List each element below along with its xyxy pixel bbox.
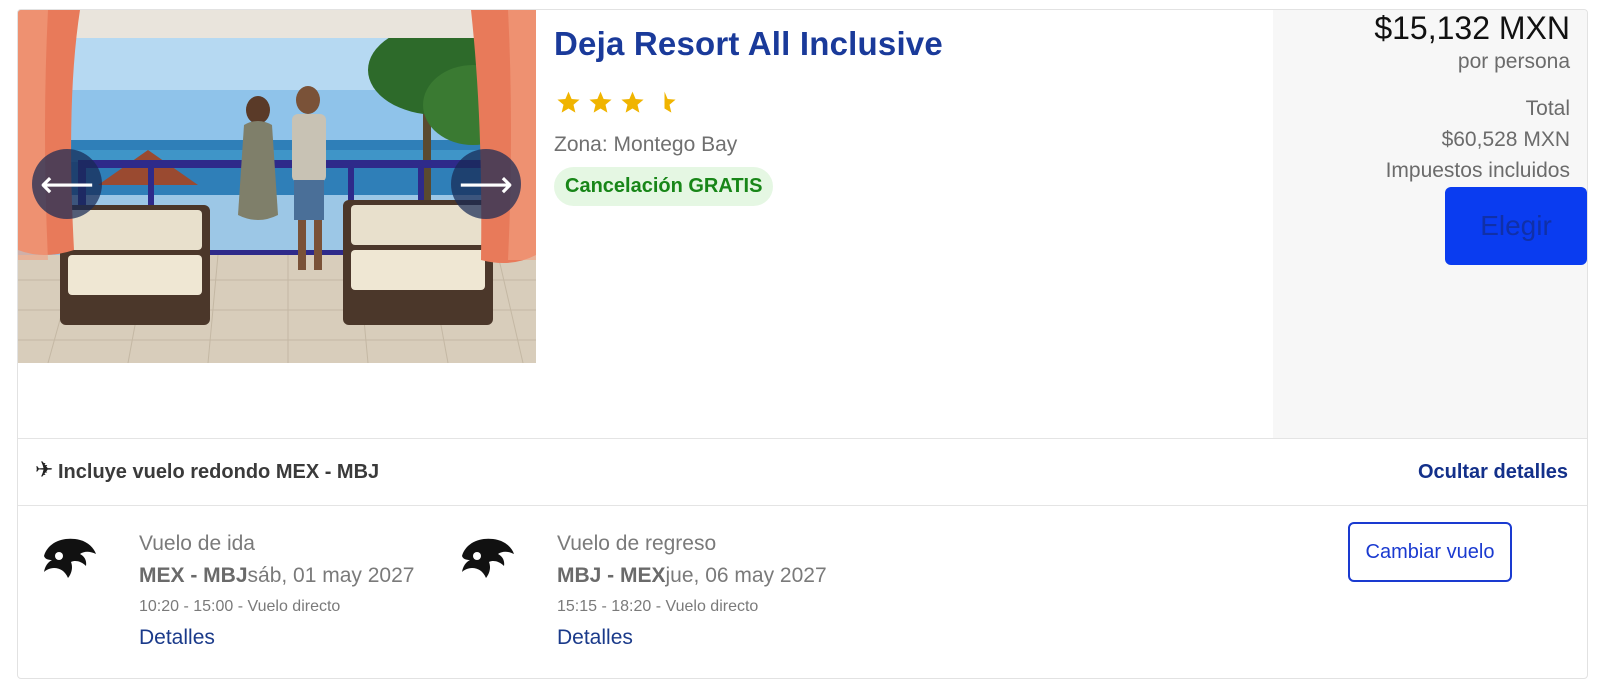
hotel-photo[interactable]: ⟵ ⟶ (18, 10, 536, 363)
change-flight-button[interactable]: Cambiar vuelo (1348, 522, 1512, 582)
price-panel: $15,132 MXN por persona Total $60,528 MX… (1273, 10, 1587, 438)
hotel-zone: Zona: Montego Bay (554, 133, 738, 156)
airline-logo-icon (462, 538, 514, 578)
flight-includes-text: Incluye vuelo redondo MEX - MBJ (58, 461, 380, 483)
free-cancellation-badge: Cancelación GRATIS (554, 167, 774, 206)
total-price: $60,528 MXN (1441, 128, 1570, 151)
return-route: MBJ - MEXjue, 06 may 2027 (557, 564, 827, 588)
choose-button[interactable]: Elegir (1445, 187, 1587, 265)
return-details-link[interactable]: Detalles (557, 626, 633, 650)
outbound-flight: Vuelo de ida MEX - MBJsáb, 01 may 2027 1… (18, 506, 438, 678)
per-person-label: por persona (1457, 50, 1570, 73)
outbound-title: Vuelo de ida (139, 532, 255, 555)
return-title: Vuelo de regreso (557, 532, 717, 555)
arrow-right-icon: ⟶ (458, 162, 514, 206)
outbound-route: MEX - MBJsáb, 01 may 2027 (139, 564, 414, 588)
star-full-icon (621, 91, 644, 113)
gallery-next-button[interactable]: ⟶ (451, 149, 521, 219)
plane-icon: ✈ (35, 458, 54, 483)
price-per-person: $15,132 MXN (1374, 10, 1570, 46)
hotel-name[interactable]: Deja Resort All Inclusive (554, 25, 943, 63)
return-times: 15:15 - 18:20 - Vuelo directo (557, 598, 759, 615)
outbound-times: 10:20 - 15:00 - Vuelo directo (139, 598, 341, 615)
return-date: jue, 06 may 2027 (665, 564, 827, 587)
star-rating (556, 90, 677, 115)
arrow-left-icon: ⟵ (39, 162, 95, 206)
airline-logo-icon (44, 538, 96, 578)
total-label: Total (1525, 97, 1570, 120)
taxes-note: Impuestos incluidos (1385, 159, 1570, 182)
flight-summary-bar: ✈ Incluye vuelo redondo MEX - MBJ Oculta… (18, 438, 1587, 506)
outbound-route-code: MEX - MBJ (139, 564, 248, 587)
hide-details-link[interactable]: Ocultar detalles (1418, 461, 1568, 484)
return-flight: Vuelo de regreso MBJ - MEXjue, 06 may 20… (436, 506, 856, 678)
return-route-code: MBJ - MEX (557, 564, 666, 587)
star-full-icon (589, 91, 612, 113)
star-half-icon (664, 91, 676, 113)
hotel-result-card: ⟵ ⟶ Deja Resort All Inclusive Zona: Mont… (17, 9, 1588, 679)
outbound-details-link[interactable]: Detalles (139, 626, 215, 650)
star-full-icon (557, 91, 580, 113)
outbound-date: sáb, 01 may 2027 (247, 564, 415, 587)
gallery-prev-button[interactable]: ⟵ (32, 149, 102, 219)
